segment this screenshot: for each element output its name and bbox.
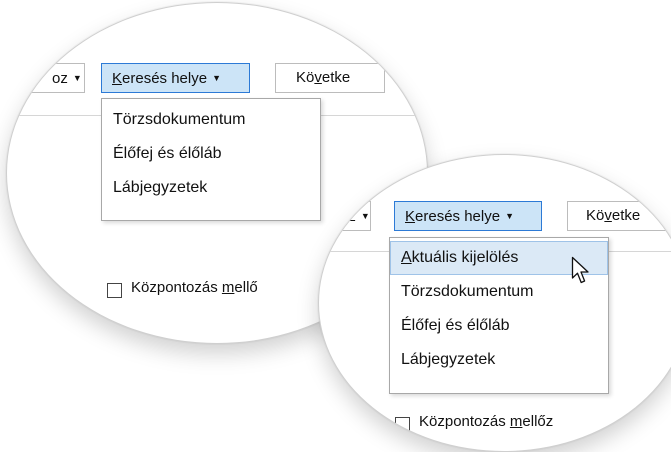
ignore-punctuation-label-rest: ellő [234,279,258,296]
ignore-punctuation-accel: m [221,279,235,296]
search-in-dropdown-menu: Törzsdokumentum Élőfej és élőláb Lábjegy… [101,98,321,221]
menu-item-header-footer[interactable]: Élőfej és élőláb [102,137,320,171]
ignore-punctuation-label-start: Központozás [131,279,222,296]
partial-options-label: oz [52,70,68,87]
ignore-punctuation-label: Központozás mellőz [419,413,553,430]
caret-down-icon: ▼ [505,211,514,221]
magnified-view-2: oz ▼ Keresés helye ▼ Követke Aktuális kije… [318,154,671,452]
partial-options-button[interactable]: oz ▼ [319,201,371,231]
menu-item-main-document[interactable]: Törzsdokumentum [102,103,320,137]
ignore-punctuation-label: Központozás mellő [131,279,258,296]
menu-item-footnotes[interactable]: Lábjegyzetek [390,343,608,377]
next-label-start: Kö [586,207,605,224]
search-in-accel: K [405,208,416,225]
next-button[interactable]: Követke [275,63,385,93]
search-in-accel: K [112,70,123,87]
current-selection-accel: A [401,249,412,266]
ignore-punctuation-checkbox[interactable] [395,417,410,432]
ignore-punctuation-label-start: Központozás [419,413,510,430]
next-accel: v [314,69,322,86]
caret-down-icon: ▼ [212,73,221,83]
next-label-start: Kö [296,69,315,86]
search-in-label: eresés helye [415,208,501,225]
menu-item-header-footer[interactable]: Élőfej és élőláb [390,309,608,343]
caret-down-icon: ▼ [360,211,370,221]
current-selection-label: ktuális kijelölés [411,249,519,266]
next-label-rest: etke [321,69,351,86]
search-in-button[interactable]: Keresés helye ▼ [101,63,250,93]
next-button[interactable]: Követke [567,201,671,231]
search-in-label: eresés helye [122,70,208,87]
menu-item-footnotes[interactable]: Lábjegyzetek [102,171,320,205]
next-label-rest: etke [611,207,641,224]
partial-options-button[interactable]: oz ▼ [27,63,85,93]
ignore-punctuation-checkbox[interactable] [107,283,122,298]
ignore-punctuation-label-rest: ellőz [522,413,554,430]
ignore-punctuation-accel: m [509,413,523,430]
search-in-button[interactable]: Keresés helye ▼ [394,201,542,231]
caret-down-icon: ▼ [72,73,82,83]
mouse-pointer-icon [571,256,589,284]
partial-options-label: oz [340,208,356,225]
next-accel: v [604,207,612,224]
